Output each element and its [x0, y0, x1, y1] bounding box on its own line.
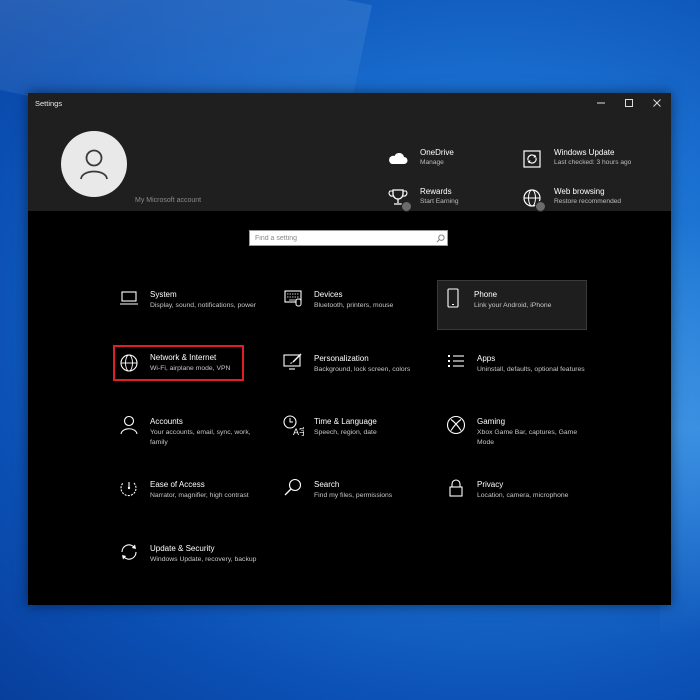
category-accounts[interactable]: Accounts Your accounts, email, sync, wor… [114, 408, 264, 458]
quick-link-title: Windows Update [554, 148, 615, 157]
category-name: Devices [314, 290, 343, 299]
category-description: Windows Update, recovery, backup [150, 556, 257, 563]
globe-icon [521, 187, 546, 212]
category-description: Your accounts, email, sync, work, family [150, 429, 251, 446]
avatar[interactable] [61, 131, 127, 197]
user-avatar-icon [80, 149, 108, 180]
category-devices[interactable]: Devices Bluetooth, printers, mouse [278, 281, 428, 331]
category-name: Ease of Access [150, 480, 205, 489]
category-network-internet[interactable]: Network & Internet Wi-Fi, airplane mode,… [113, 345, 244, 381]
category-name: Personalization [314, 354, 369, 363]
category-description: Background, lock screen, colors [314, 366, 411, 373]
category-name: Update & Security [150, 544, 215, 553]
quick-link-windows-update[interactable]: Windows Update Last checked: 3 hours ago [521, 148, 634, 170]
category-name: Time & Language [314, 417, 377, 426]
category-time-language[interactable]: A字 Time & Language Speech, region, date [278, 408, 428, 458]
laptop-icon [118, 287, 140, 309]
lock-icon [445, 477, 467, 499]
quick-link-web-browsing[interactable]: Web browsing Restore recommended [521, 187, 624, 212]
category-description: Display, sound, notifications, power [150, 302, 257, 309]
category-name: Accounts [150, 417, 183, 426]
paintbrush-icon [282, 351, 304, 373]
category-description: Bluetooth, printers, mouse [314, 302, 394, 309]
apps-list-icon [445, 351, 467, 373]
minimize-icon [597, 102, 605, 104]
quick-link-rewards[interactable]: Rewards Start Earning [387, 187, 459, 212]
quick-link-title: Rewards [420, 187, 452, 196]
globe-icon [118, 352, 140, 374]
category-ease-of-access[interactable]: Ease of Access Narrator, magnifier, high… [114, 471, 264, 521]
minimize-button[interactable] [587, 93, 615, 113]
quick-link-subtitle: Restore recommended [554, 198, 622, 205]
search-input[interactable] [250, 232, 433, 244]
quick-link-onedrive[interactable]: OneDrive Manage [387, 148, 454, 170]
svg-text:A字: A字 [293, 426, 304, 436]
category-description: Link your Android, iPhone [474, 302, 552, 309]
category-description: Location, camera, microphone [477, 492, 569, 499]
quick-link-title: OneDrive [420, 148, 454, 157]
trophy-icon [387, 187, 412, 212]
ease-of-access-icon [118, 477, 140, 499]
person-icon [118, 414, 140, 436]
category-privacy[interactable]: Privacy Location, camera, microphone [441, 471, 591, 521]
category-name: Apps [477, 354, 496, 363]
status-dot-icon [535, 201, 546, 212]
category-description: Xbox Game Bar, captures, Game Mode [477, 429, 578, 446]
quick-link-title: Web browsing [554, 187, 605, 196]
category-gaming[interactable]: Gaming Xbox Game Bar, captures, Game Mod… [441, 408, 591, 458]
category-name: Gaming [477, 417, 506, 426]
category-personalization[interactable]: Personalization Background, lock screen,… [278, 345, 428, 395]
title-bar[interactable]: Settings [28, 93, 671, 113]
quick-link-subtitle: Start Earning [420, 198, 459, 205]
search-box[interactable] [249, 230, 448, 246]
settings-window: Settings My Microsoft account OneDrive M… [28, 93, 671, 605]
magnifier-icon [282, 477, 304, 499]
microsoft-account-link[interactable]: My Microsoft account [135, 197, 201, 204]
quick-link-subtitle: Manage [420, 159, 444, 166]
status-dot-icon [401, 201, 412, 212]
category-description: Narrator, magnifier, high contrast [150, 492, 249, 499]
maximize-button[interactable] [615, 93, 643, 113]
account-header: My Microsoft account OneDrive Manage Win… [28, 113, 671, 212]
quick-link-subtitle: Last checked: 3 hours ago [554, 159, 632, 166]
category-description: Wi-Fi, airplane mode, VPN [150, 365, 231, 372]
maximize-icon [625, 99, 633, 107]
category-apps[interactable]: Apps Uninstall, defaults, optional featu… [441, 345, 591, 395]
refresh-icon [521, 148, 543, 170]
category-description: Find my files, permissions [314, 492, 393, 499]
category-description: Uninstall, defaults, optional features [477, 366, 585, 373]
category-search[interactable]: Search Find my files, permissions [278, 471, 428, 521]
category-description: Speech, region, date [314, 429, 377, 436]
category-name: Phone [474, 290, 498, 299]
xbox-icon [445, 414, 467, 436]
window-title: Settings [35, 98, 63, 108]
category-phone[interactable]: Phone Link your Android, iPhone [437, 280, 587, 330]
keyboard-icon [282, 287, 304, 309]
sync-icon [118, 541, 140, 563]
close-button[interactable] [643, 93, 671, 113]
phone-icon [442, 287, 464, 309]
search-icon[interactable] [433, 233, 447, 243]
category-update-security[interactable]: Update & Security Windows Update, recove… [114, 535, 264, 585]
category-name: Privacy [477, 480, 504, 489]
category-name: System [150, 290, 177, 299]
category-name: Network & Internet [150, 353, 217, 362]
close-icon [653, 99, 661, 107]
category-name: Search [314, 480, 340, 489]
window-controls [587, 93, 671, 113]
time-language-icon: A字 [282, 414, 308, 437]
cloud-icon [387, 148, 409, 170]
category-system[interactable]: System Display, sound, notifications, po… [114, 281, 264, 331]
